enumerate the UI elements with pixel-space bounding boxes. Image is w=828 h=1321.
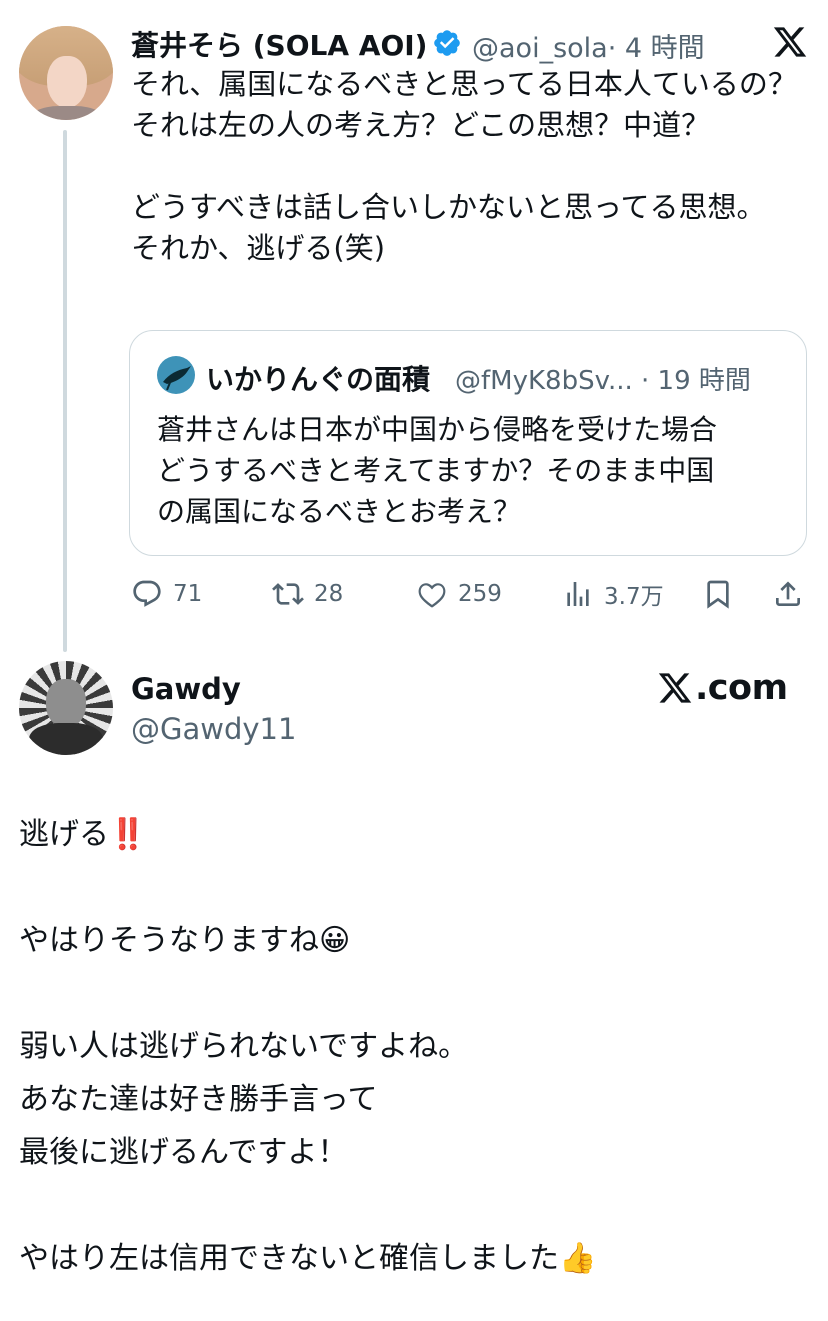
x-com-brand: .com (657, 668, 788, 708)
tweet-time[interactable]: · 4 時間 (608, 33, 705, 64)
author-handle-and-time[interactable]: @aoi_sola· 4 時間 (472, 26, 705, 65)
x-com-text: .com (695, 668, 788, 708)
x-logo-icon (658, 673, 692, 703)
like-button[interactable]: 259 (416, 577, 502, 611)
reply-author-handle[interactable]: @Gawdy11 (131, 712, 296, 746)
verified-badge-icon (434, 30, 460, 56)
reply-button[interactable]: 71 (131, 577, 202, 611)
reply-author-name[interactable]: Gawdy (131, 672, 241, 706)
thread-connector-line (63, 130, 67, 652)
share-button[interactable] (772, 577, 804, 611)
views-button[interactable]: 3.7万 (562, 577, 664, 611)
share-icon (776, 581, 800, 606)
quoted-tweet-text: 蒼井さんは日本が中国から侵略を受けた場合 どうするべきと考えてますか？そのまま中… (157, 413, 718, 528)
reply-author-avatar[interactable] (19, 661, 113, 755)
like-count: 259 (458, 581, 502, 607)
tweet-text: それ、属国になるべきと思ってる日本人ているの？ それは左の人の考え方？どこの思想… (131, 67, 797, 265)
quoted-author-avatar[interactable] (157, 356, 195, 394)
views-count: 3.7万 (604, 584, 664, 610)
author-name[interactable]: 蒼井そら (SOLA AOI) (131, 24, 427, 64)
reply-count: 71 (173, 581, 203, 607)
views-icon (567, 582, 589, 606)
author-avatar[interactable] (19, 26, 113, 120)
reply-text: 逃げる‼️ やはりそうなりますね😀 弱い人は逃げられないですよね。 あなた達は好… (19, 817, 597, 1276)
quoted-tweet-time[interactable]: · 19 時間 (641, 366, 751, 396)
retweet-count: 28 (314, 581, 344, 607)
retweet-icon (272, 583, 304, 605)
like-icon (418, 583, 446, 608)
bookmark-button[interactable] (702, 577, 734, 611)
quoted-author-name[interactable]: いかりんぐの面積 (206, 358, 430, 398)
retweet-button[interactable]: 28 (272, 577, 343, 611)
author-handle[interactable]: @aoi_sola (472, 33, 608, 64)
bird-avatar-image (163, 366, 191, 391)
reply-icon (133, 580, 161, 607)
quoted-author-handle[interactable]: @fMyK8bSv... (455, 366, 633, 396)
x-logo-icon[interactable] (772, 24, 808, 60)
bookmark-icon (707, 580, 729, 609)
quoted-author-handle-and-time[interactable]: @fMyK8bSv... · 19 時間 (455, 360, 751, 397)
